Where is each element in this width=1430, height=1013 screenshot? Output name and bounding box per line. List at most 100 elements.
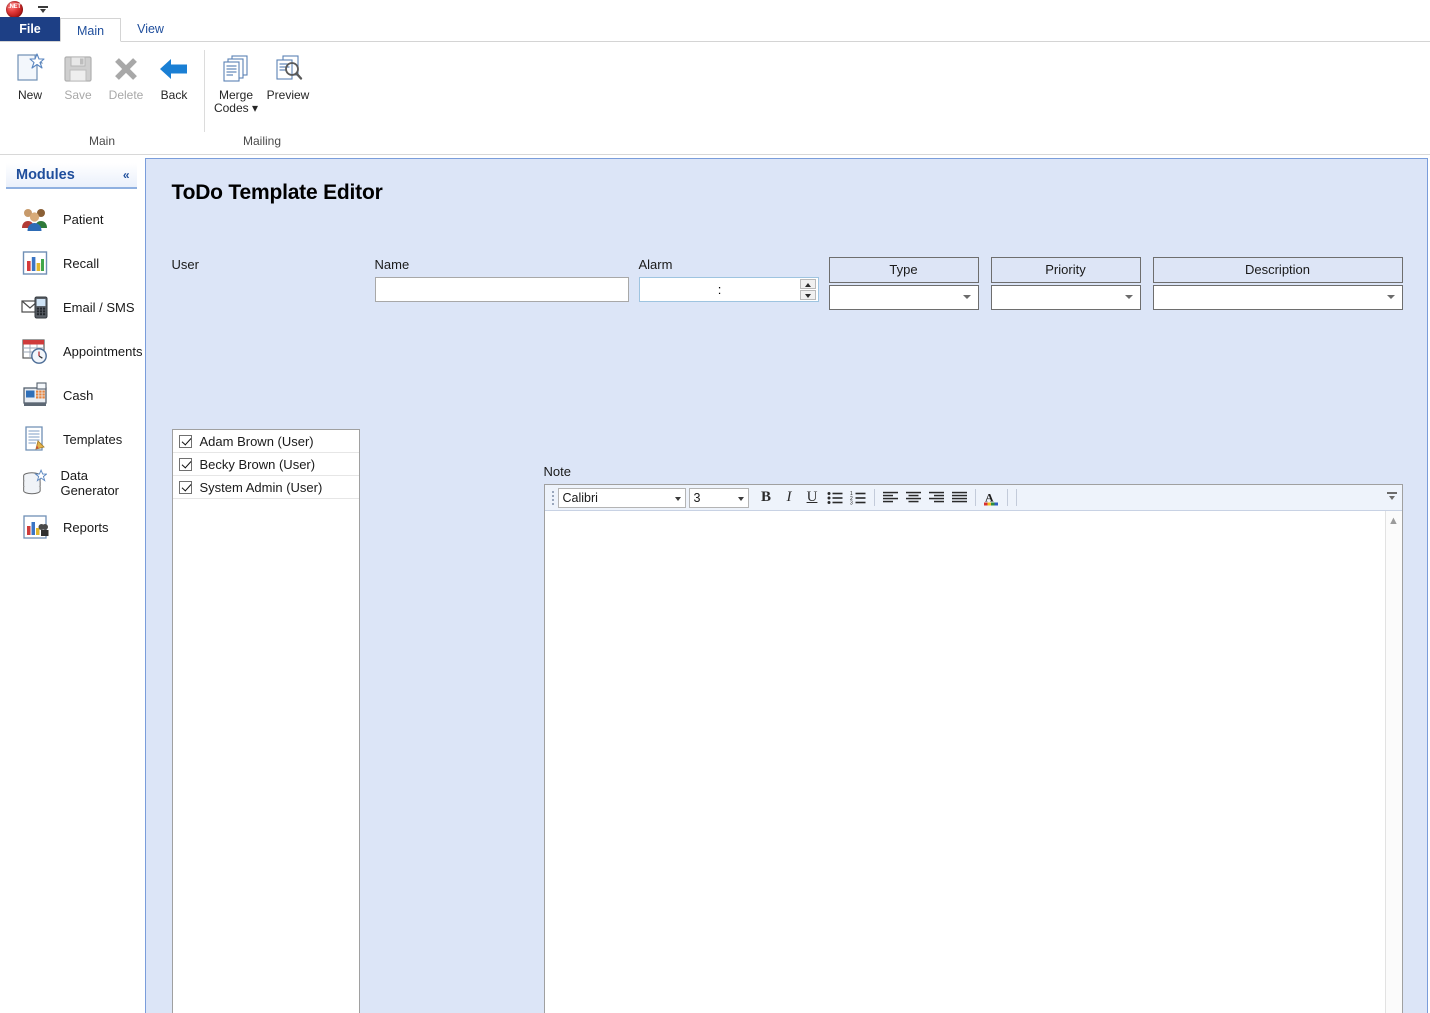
editor-toolbar: Calibri 3 B I U 1 2 3 A bbox=[544, 485, 1402, 511]
toolbar-separator bbox=[1015, 489, 1017, 506]
toolbar-separator bbox=[873, 489, 875, 506]
bullet-list-icon bbox=[827, 491, 843, 504]
align-center-button[interactable] bbox=[903, 487, 924, 508]
modules-header-label: Modules bbox=[16, 167, 75, 183]
toolbar-grip-icon[interactable] bbox=[550, 489, 556, 507]
spinner-down-icon[interactable] bbox=[799, 290, 816, 300]
chevron-down-icon: ▾ bbox=[252, 101, 259, 115]
note-text-area[interactable] bbox=[544, 511, 1385, 1013]
numbered-list-button[interactable]: 123 bbox=[848, 487, 869, 508]
recall-barchart-icon bbox=[22, 251, 48, 275]
alarm-column: Alarm : bbox=[638, 257, 819, 302]
sidebar-item-patient[interactable]: Patient bbox=[0, 197, 143, 241]
chevron-down-icon bbox=[1124, 295, 1133, 300]
collapse-chevrons-icon[interactable]: « bbox=[123, 168, 130, 182]
user-checkbox[interactable] bbox=[178, 457, 192, 471]
appointments-calendar-clock-icon bbox=[22, 339, 47, 364]
toolbar-separator bbox=[1006, 489, 1008, 506]
customize-quick-access-toolbar-icon[interactable] bbox=[37, 3, 49, 15]
new-button[interactable]: New bbox=[6, 50, 54, 104]
spinner-up-icon[interactable] bbox=[799, 279, 816, 289]
priority-select[interactable] bbox=[990, 285, 1141, 310]
tab-main[interactable]: Main bbox=[60, 18, 122, 42]
delete-button[interactable]: Delete bbox=[102, 50, 150, 104]
alarm-value: : bbox=[717, 282, 722, 297]
sidebar-item-appointments[interactable]: Appointments bbox=[0, 329, 143, 373]
dotnet-orb-icon[interactable]: .NET bbox=[6, 0, 23, 18]
note-editor: Calibri 3 B I U 1 2 3 A ▲ bbox=[543, 484, 1403, 1013]
list-item[interactable]: Becky Brown (User) bbox=[172, 453, 359, 476]
underline-button[interactable]: U bbox=[802, 487, 823, 508]
font-size-select[interactable]: 3 bbox=[688, 487, 749, 508]
font-color-button[interactable]: A bbox=[981, 487, 1002, 508]
quick-access-toolbar: .NET bbox=[0, 0, 1430, 18]
save-button[interactable]: Save bbox=[54, 50, 102, 104]
name-label: Name bbox=[374, 257, 410, 272]
sidebar-item-label: Patient bbox=[63, 211, 104, 227]
svg-text:3: 3 bbox=[850, 500, 853, 505]
bullet-list-button[interactable] bbox=[825, 487, 846, 508]
merge-codes-button[interactable]: Merge Codes ▾ bbox=[210, 50, 262, 117]
todo-template-editor-panel: ToDo Template Editor User Name Alarm : T… bbox=[144, 158, 1428, 1013]
toolbar-separator bbox=[974, 489, 976, 506]
description-select[interactable] bbox=[1152, 285, 1403, 310]
align-right-icon bbox=[928, 491, 944, 503]
bold-button[interactable]: B bbox=[756, 487, 777, 508]
font-size-value: 3 bbox=[693, 490, 701, 505]
user-label-text: Becky Brown (User) bbox=[199, 456, 316, 472]
toolbar-overflow-icon[interactable] bbox=[1386, 490, 1398, 504]
sidebar-item-data-generator[interactable]: Data Generator bbox=[0, 461, 143, 505]
italic-button[interactable]: I bbox=[779, 487, 800, 508]
type-header-button[interactable]: Type bbox=[828, 257, 979, 283]
back-arrow-icon bbox=[160, 59, 187, 79]
modules-list: Patient Recall Email / SMS Appointments … bbox=[0, 189, 143, 549]
templates-pencil-icon bbox=[25, 426, 45, 451]
sidebar-item-email-sms[interactable]: Email / SMS bbox=[0, 285, 143, 329]
merge-codes-icon bbox=[223, 55, 248, 82]
list-item[interactable]: System Admin (User) bbox=[172, 476, 359, 499]
user-checkbox[interactable] bbox=[178, 480, 192, 494]
save-floppy-icon bbox=[64, 56, 92, 82]
type-column: Type bbox=[828, 257, 979, 310]
align-right-button[interactable] bbox=[926, 487, 947, 508]
priority-header-button[interactable]: Priority bbox=[990, 257, 1141, 283]
back-button[interactable]: Back bbox=[150, 50, 198, 104]
preview-button-label: Preview bbox=[266, 88, 310, 102]
ribbon-group-main-label: Main bbox=[88, 134, 115, 148]
note-label: Note bbox=[543, 464, 571, 479]
ribbon-group-mailing: Merge Codes ▾ Preview Mailing bbox=[204, 44, 320, 152]
chevron-down-icon bbox=[737, 496, 744, 501]
name-input[interactable] bbox=[374, 277, 629, 302]
sidebar-item-templates[interactable]: Templates bbox=[0, 417, 143, 461]
alarm-time-spinner[interactable]: : bbox=[638, 277, 819, 302]
tab-file[interactable]: File bbox=[0, 17, 60, 41]
alarm-spinner-buttons bbox=[799, 279, 816, 300]
new-document-icon bbox=[17, 53, 45, 81]
type-select[interactable] bbox=[828, 285, 979, 310]
cash-register-icon bbox=[23, 382, 47, 406]
user-column: User bbox=[172, 257, 364, 277]
sidebar-item-reports[interactable]: Reports bbox=[0, 505, 143, 549]
user-label-text: Adam Brown (User) bbox=[199, 433, 314, 449]
align-justify-button[interactable] bbox=[949, 487, 970, 508]
preview-button[interactable]: Preview bbox=[262, 50, 314, 104]
name-column: Name bbox=[374, 257, 629, 302]
scroll-up-icon[interactable]: ▲ bbox=[1388, 516, 1399, 527]
align-left-icon bbox=[882, 491, 898, 503]
align-left-button[interactable] bbox=[880, 487, 901, 508]
save-button-label: Save bbox=[64, 88, 92, 102]
sidebar-item-cash[interactable]: Cash bbox=[0, 373, 143, 417]
tab-view[interactable]: View bbox=[121, 17, 180, 41]
list-item[interactable]: Adam Brown (User) bbox=[172, 430, 359, 453]
page-title: ToDo Template Editor bbox=[171, 181, 383, 204]
sidebar-item-recall[interactable]: Recall bbox=[0, 241, 143, 285]
note-vertical-scrollbar[interactable]: ▲ ▼ bbox=[1384, 511, 1402, 1013]
data-generator-database-icon bbox=[23, 469, 48, 495]
new-button-label: New bbox=[17, 88, 42, 102]
user-checkbox[interactable] bbox=[178, 434, 192, 448]
ribbon-group-mailing-label: Mailing bbox=[242, 134, 281, 148]
description-header-button[interactable]: Description bbox=[1152, 257, 1403, 283]
email-sms-icon bbox=[21, 296, 48, 319]
font-family-select[interactable]: Calibri bbox=[557, 487, 686, 508]
user-checklist[interactable]: Adam Brown (User) Becky Brown (User) Sys… bbox=[171, 429, 360, 1013]
